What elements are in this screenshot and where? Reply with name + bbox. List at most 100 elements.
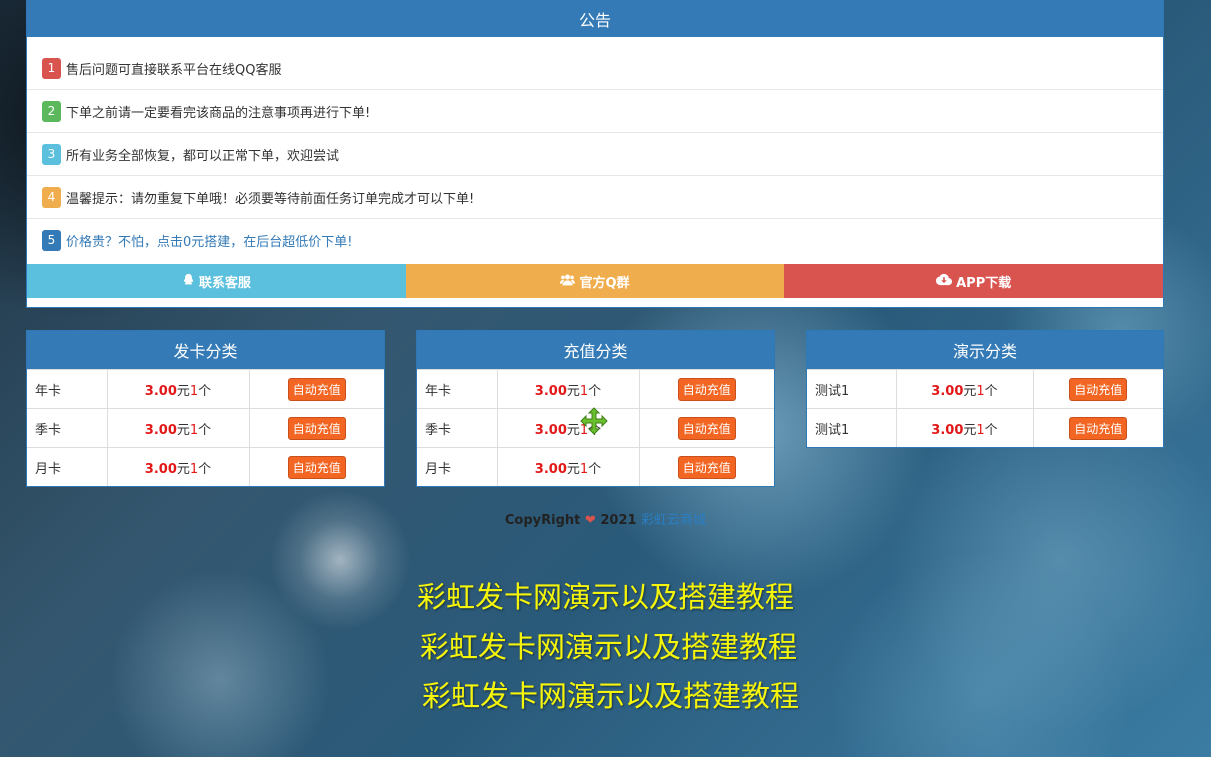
table-row: 年卡 3.00元1个 自动充值 [417,369,774,409]
price-unit: 元 [176,422,190,438]
notice-list: 1 售后问题可直接联系平台在线QQ客服 2 下单之前请一定要看完该商品的注意事项… [27,47,1163,261]
category-panel-card: 演示分类 测试1 3.00元1个 自动充值 测试1 3.00元1个 自动充值 [806,330,1164,448]
quantity-unit: 个 [198,422,212,438]
price-unit: 元 [566,422,580,438]
price-value: 3.00 [931,383,964,399]
notice-title: 公告 [27,0,1163,37]
price-unit: 元 [963,383,977,399]
price-value: 3.00 [931,422,964,438]
notice-number-badge: 2 [42,100,61,122]
notice-number-badge: 4 [42,186,61,208]
product-name: 月卡 [417,447,497,486]
panel-title: 充值分类 [417,331,774,369]
notice-text: 售后问题可直接联系平台在线QQ客服 [66,62,282,78]
action-cell: 自动充值 [248,408,384,448]
site-link[interactable]: 彩虹云商城 [641,513,706,528]
quantity-unit: 个 [198,383,212,399]
quantity-unit: 个 [984,383,998,399]
product-name: 月卡 [27,447,107,486]
copyright-label: CopyRight [504,513,581,528]
quantity-value: 1 [579,461,589,477]
auto-recharge-button[interactable]: 自动充值 [287,455,346,479]
action-cell: 自动充值 [638,447,774,486]
table-row: 月卡 3.00元1个 自动充值 [417,447,774,486]
panel-title: 发卡分类 [27,331,384,369]
notice-number-badge: 5 [42,229,61,251]
product-price-cell: 3.00元1个 [496,408,639,448]
app-download-label: APP下载 [956,275,1012,291]
cloud-download-icon [936,273,953,290]
quantity-value: 1 [976,383,985,399]
price-value: 3.00 [144,383,177,399]
price-value: 3.00 [534,422,567,438]
price-value: 3.00 [534,383,567,399]
contact-support-label: 联系客服 [198,275,251,291]
auto-recharge-button[interactable]: 自动充值 [1069,377,1128,401]
copyright-year: 2021 [600,513,637,528]
video-caption: 彩虹发卡网演示以及搭建教程 [419,630,797,664]
price-unit: 元 [566,383,580,399]
footer-copyright: CopyRight ❤ 2021 彩虹云商城 [0,509,1211,528]
notice-number-badge: 1 [42,57,61,79]
quantity-value: 1 [579,383,589,399]
auto-recharge-button[interactable]: 自动充值 [1069,416,1128,440]
product-price-cell: 3.00元1个 [106,408,249,448]
move-cursor-icon [580,407,608,435]
quantity-unit: 个 [984,422,998,438]
product-name: 年卡 [417,369,497,409]
auto-recharge-button[interactable]: 自动充值 [677,416,736,440]
product-name: 测试1 [807,408,896,447]
video-caption: 彩虹发卡网演示以及搭建教程 [416,580,794,614]
notice-text: 温馨提示：请勿重复下单哦！必须要等待前面任务订单完成才可以下单! [66,191,475,207]
quantity-value: 1 [189,461,199,477]
product-price-cell: 3.00元1个 [496,447,639,486]
product-name: 年卡 [27,369,107,409]
table-row: 月卡 3.00元1个 自动充值 [27,447,384,486]
notice-item: 3 所有业务全部恢复，都可以正常下单，欢迎尝试 [27,132,1163,175]
action-cell: 自动充值 [638,408,774,448]
quantity-value: 1 [976,422,985,438]
table-row: 测试1 3.00元1个 自动充值 [807,408,1163,447]
group-icon [560,273,576,290]
price-value: 3.00 [144,422,177,438]
auto-recharge-button[interactable]: 自动充值 [677,455,736,479]
price-unit: 元 [566,461,580,477]
notice-item-link[interactable]: 5 价格贵？不怕，点击0元搭建，在后台超低价下单! [27,218,1163,261]
qq-icon [182,273,195,290]
table-row: 年卡 3.00元1个 自动充值 [27,369,384,409]
notice-text[interactable]: 价格贵？不怕，点击0元搭建，在后台超低价下单! [66,231,352,250]
quantity-value: 1 [189,422,199,438]
auto-recharge-button[interactable]: 自动充值 [677,377,736,401]
quantity-unit: 个 [588,461,602,477]
product-price-cell: 3.00元1个 [895,369,1033,409]
product-price-cell: 3.00元1个 [106,369,249,409]
app-download-button[interactable]: APP下载 [784,264,1164,298]
quantity-value: 1 [189,383,199,399]
heart-icon: ❤ [584,513,596,528]
price-value: 3.00 [144,461,177,477]
notice-panel: 公告 1 售后问题可直接联系平台在线QQ客服 2 下单之前请一定要看完该商品的注… [26,0,1164,308]
action-cell: 自动充值 [1032,408,1163,447]
official-group-label: 官方Q群 [579,275,630,291]
product-price-cell: 3.00元1个 [106,447,249,486]
action-cell: 自动充值 [638,369,774,409]
product-price-cell: 3.00元1个 [895,408,1033,447]
action-cell: 自动充值 [248,369,384,409]
action-cell: 自动充值 [248,447,384,486]
notice-text: 下单之前请一定要看完该商品的注意事项再进行下单! [66,105,371,121]
quantity-unit: 个 [198,461,212,477]
notice-button-row: 联系客服 官方Q群 APP下载 [27,264,1164,298]
product-price-cell: 3.00元1个 [496,369,639,409]
official-group-button[interactable]: 官方Q群 [405,264,785,298]
table-row: 季卡 3.00元1个 自动充值 [27,408,384,448]
notice-text: 所有业务全部恢复，都可以正常下单，欢迎尝试 [66,148,340,164]
contact-support-button[interactable]: 联系客服 [27,264,406,298]
notice-item: 2 下单之前请一定要看完该商品的注意事项再进行下单! [27,89,1163,132]
auto-recharge-button[interactable]: 自动充值 [287,377,346,401]
quantity-unit: 个 [588,383,602,399]
notice-item: 1 售后问题可直接联系平台在线QQ客服 [27,47,1163,89]
notice-item: 4 温馨提示：请勿重复下单哦！必须要等待前面任务订单完成才可以下单! [27,175,1163,218]
table-row: 测试1 3.00元1个 自动充值 [807,369,1163,409]
video-caption: 彩虹发卡网演示以及搭建教程 [421,679,799,713]
auto-recharge-button[interactable]: 自动充值 [287,416,346,440]
